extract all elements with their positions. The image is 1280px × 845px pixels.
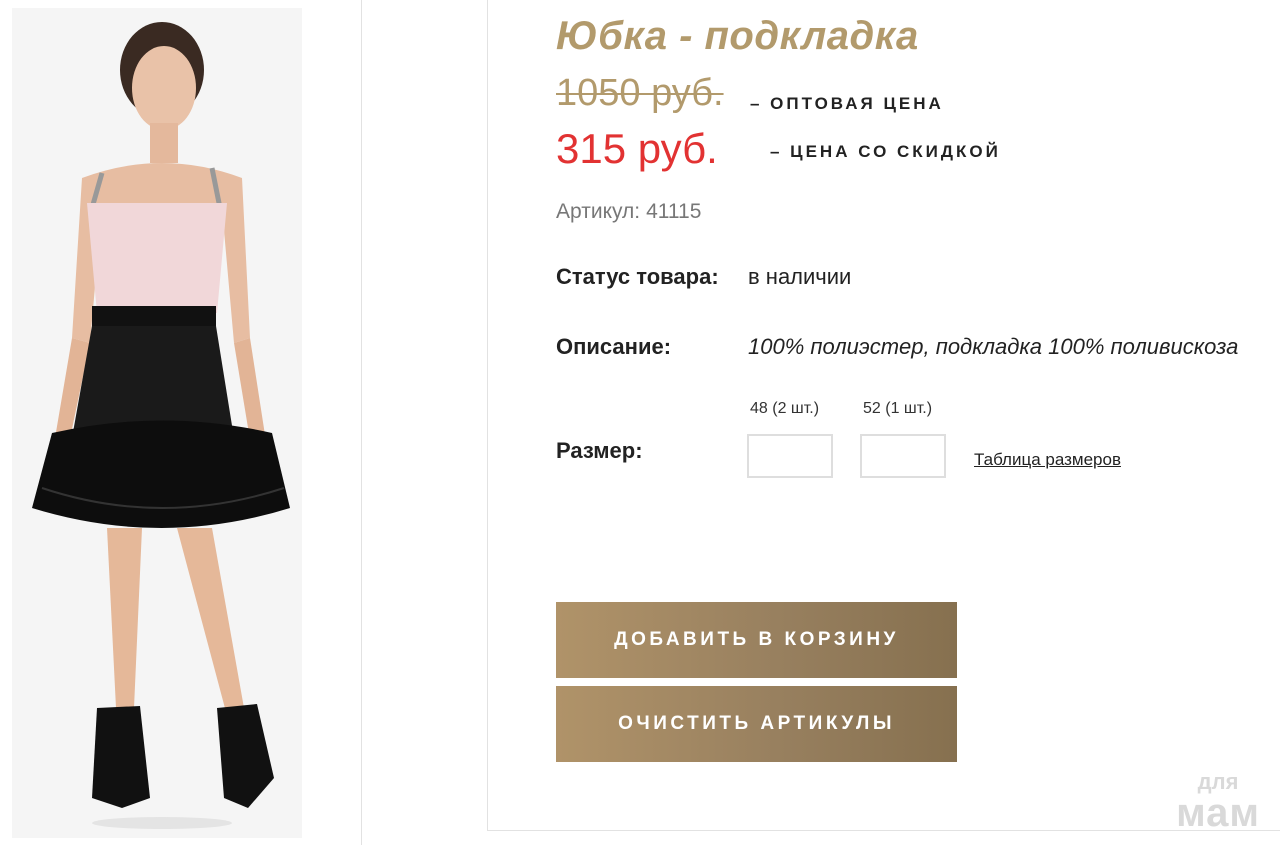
product-gallery xyxy=(0,0,362,845)
wholesale-price-label: – ОПТОВАЯ ЦЕНА xyxy=(750,94,944,113)
clear-skus-button[interactable]: ОЧИСТИТЬ АРТИКУЛЫ xyxy=(556,686,957,762)
discount-price-label: – ЦЕНА СО СКИДКОЙ xyxy=(770,142,1001,161)
watermark-bottom: мам xyxy=(1176,791,1260,835)
product-photo[interactable] xyxy=(12,8,302,838)
status-value: в наличии xyxy=(748,264,852,289)
add-to-cart-button[interactable]: ДОБАВИТЬ В КОРЗИНУ xyxy=(556,602,957,678)
size-caption-48: 48 (2 шт.) xyxy=(750,400,820,417)
size-table-link[interactable]: Таблица размеров xyxy=(974,450,1121,470)
status-label: Статус товара: xyxy=(556,264,719,289)
description-label: Описание: xyxy=(556,334,672,359)
product-title: Юбка - подкладка xyxy=(556,14,919,58)
product-info-card: Юбка - подкладка 1050 руб. – ОПТОВАЯ ЦЕН… xyxy=(487,0,1280,831)
discount-price: 315 руб. xyxy=(556,125,718,172)
site-watermark-logo: для мам xyxy=(1176,769,1260,835)
old-price: 1050 руб. xyxy=(556,72,724,114)
description-value: 100% полиэстер, подкладка 100% поливиско… xyxy=(748,334,1239,359)
size-qty-input-52[interactable] xyxy=(860,434,946,478)
sku-label: Артикул: xyxy=(556,200,641,223)
size-label: Размер: xyxy=(556,438,643,463)
size-caption-52: 52 (1 шт.) xyxy=(863,400,933,417)
size-qty-input-48[interactable] xyxy=(747,434,833,478)
sku-value: 41115 xyxy=(646,200,702,223)
sku: Артикул: 41115 xyxy=(556,200,701,224)
watermark-top: для xyxy=(1197,769,1239,794)
